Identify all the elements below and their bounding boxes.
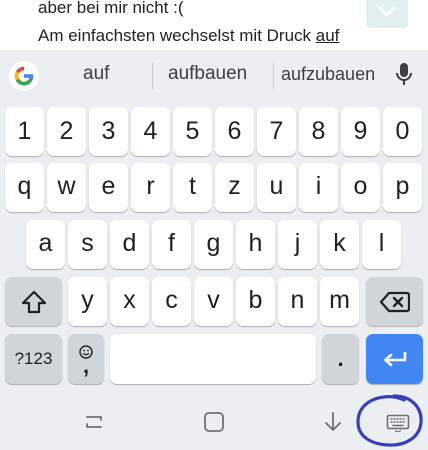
key-m[interactable]: m xyxy=(320,277,359,326)
key-n[interactable]: n xyxy=(278,277,317,326)
composing-word: auf xyxy=(315,26,340,45)
key-9[interactable]: 9 xyxy=(341,107,380,156)
key-7[interactable]: 7 xyxy=(257,107,296,156)
google-g-icon[interactable] xyxy=(9,61,39,91)
key-a[interactable]: a xyxy=(26,220,65,269)
key-6[interactable]: 6 xyxy=(215,107,254,156)
key-q[interactable]: q xyxy=(5,163,44,212)
symbols-key[interactable]: ?123 xyxy=(5,334,62,384)
key-5[interactable]: 5 xyxy=(173,107,212,156)
scroll-down-button[interactable] xyxy=(366,0,408,28)
key-p[interactable]: p xyxy=(383,163,422,212)
key-t[interactable]: t xyxy=(173,163,212,212)
key-e[interactable]: e xyxy=(89,163,128,212)
key-c[interactable]: c xyxy=(152,277,191,326)
key-y[interactable]: y xyxy=(68,277,107,326)
microphone-icon[interactable] xyxy=(395,62,413,88)
key-k[interactable]: k xyxy=(320,220,359,269)
key-u[interactable]: u xyxy=(257,163,296,212)
chevron-down-icon xyxy=(378,6,396,17)
suggestion-3[interactable]: aufzubauen xyxy=(281,64,375,85)
enter-icon xyxy=(383,352,406,367)
space-bar[interactable] xyxy=(110,334,316,384)
key-b[interactable]: b xyxy=(236,277,275,326)
key-w[interactable]: w xyxy=(47,163,86,212)
annotation-circle xyxy=(356,394,423,447)
key-i[interactable]: i xyxy=(299,163,338,212)
backspace-icon xyxy=(379,291,410,312)
emoji-comma-key[interactable]: , xyxy=(68,334,104,384)
key-j[interactable]: j xyxy=(278,220,317,269)
message-line-2: Am einfachsten wechselst mit Druck auf xyxy=(38,26,339,46)
suggestion-2[interactable]: aufbauen xyxy=(168,63,247,85)
message-area: aber bei mir nicht :( Am einfachsten wec… xyxy=(0,0,428,50)
key-h[interactable]: h xyxy=(236,220,275,269)
key-o[interactable]: o xyxy=(341,163,380,212)
key-f[interactable]: f xyxy=(152,220,191,269)
suggestion-strip: auf aufbauen aufzubauen xyxy=(0,50,428,100)
shift-icon xyxy=(21,290,46,313)
key-g[interactable]: g xyxy=(194,220,233,269)
shift-button[interactable] xyxy=(5,277,62,326)
back-icon[interactable] xyxy=(322,411,344,433)
key-8[interactable]: 8 xyxy=(299,107,338,156)
key-v[interactable]: v xyxy=(194,277,233,326)
key-0[interactable]: 0 xyxy=(383,107,422,156)
keyboard: auf aufbauen aufzubauen 1 2 3 4 5 6 7 8 … xyxy=(0,50,428,450)
key-x[interactable]: x xyxy=(110,277,149,326)
message-line-2-text: Am einfachsten wechselst mit Druck xyxy=(38,26,316,45)
message-line-1: aber bei mir nicht :( xyxy=(38,0,184,17)
backspace-button[interactable] xyxy=(366,277,423,326)
key-4[interactable]: 4 xyxy=(131,107,170,156)
key-l[interactable]: l xyxy=(362,220,401,269)
enter-button[interactable] xyxy=(366,334,423,384)
period-key[interactable]: . xyxy=(322,334,359,384)
home-icon[interactable] xyxy=(203,411,225,433)
key-1[interactable]: 1 xyxy=(5,107,44,156)
comma-label: , xyxy=(82,353,90,378)
key-3[interactable]: 3 xyxy=(89,107,128,156)
key-d[interactable]: d xyxy=(110,220,149,269)
key-s[interactable]: s xyxy=(68,220,107,269)
recent-apps-icon[interactable] xyxy=(83,412,105,432)
key-r[interactable]: r xyxy=(131,163,170,212)
suggestion-1[interactable]: auf xyxy=(83,63,109,85)
key-z[interactable]: z xyxy=(215,163,254,212)
suggestion-divider xyxy=(152,63,153,89)
suggestion-divider xyxy=(273,63,274,89)
key-2[interactable]: 2 xyxy=(47,107,86,156)
